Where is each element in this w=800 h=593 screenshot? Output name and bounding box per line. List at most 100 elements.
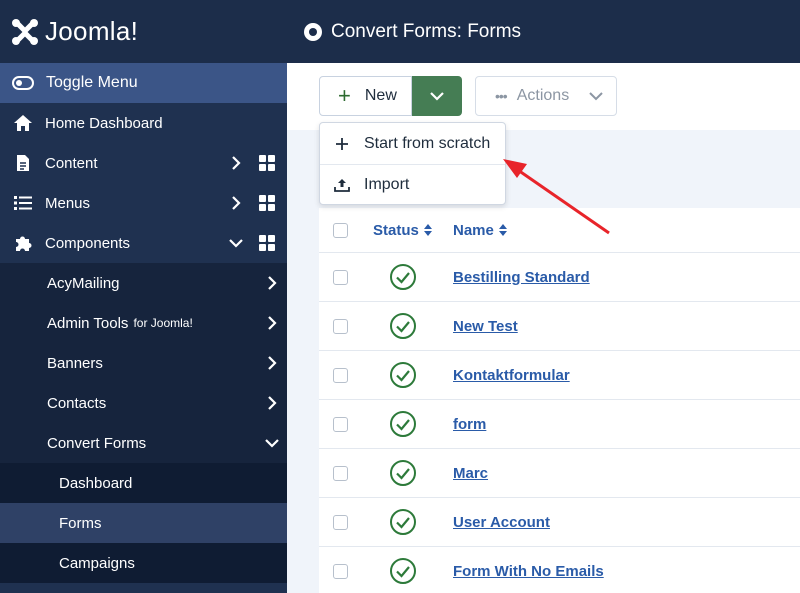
chevron-right-icon[interactable] bbox=[231, 195, 241, 211]
form-name-link[interactable]: form bbox=[453, 416, 486, 433]
table-row: New Test bbox=[319, 302, 800, 351]
published-check-icon[interactable] bbox=[389, 557, 417, 585]
published-check-icon[interactable] bbox=[389, 361, 417, 389]
sidebar-item-campaigns[interactable]: Campaigns bbox=[0, 543, 287, 583]
row-checkbox[interactable] bbox=[333, 563, 348, 579]
form-name-link[interactable]: New Test bbox=[453, 318, 518, 335]
published-check-icon[interactable] bbox=[389, 459, 417, 487]
sidebar-item-label: Dashboard bbox=[59, 474, 133, 492]
form-name-link[interactable]: Marc bbox=[453, 465, 488, 482]
sidebar-item-admin-tools[interactable]: Admin Tools for Joomla! bbox=[0, 303, 287, 343]
select-all-checkbox[interactable] bbox=[333, 222, 348, 238]
published-check-icon[interactable] bbox=[389, 508, 417, 536]
sidebar-item-label: Campaigns bbox=[59, 554, 135, 572]
dashboard-grid-icon[interactable] bbox=[259, 195, 275, 211]
chevron-right-icon[interactable] bbox=[231, 155, 241, 171]
convert-forms-submenu: Dashboard Forms Campaigns bbox=[0, 463, 287, 583]
actions-button-label: Actions bbox=[516, 87, 570, 104]
sidebar-item-forms[interactable]: Forms bbox=[0, 503, 287, 543]
toggle-icon bbox=[12, 76, 34, 90]
sort-icon bbox=[423, 224, 432, 236]
row-checkbox[interactable] bbox=[333, 465, 348, 481]
new-button-label: New bbox=[364, 87, 397, 104]
sidebar: Joomla! Toggle Menu Home Dashboard Conte… bbox=[0, 0, 287, 593]
menu-item-label: Import bbox=[364, 176, 410, 193]
chevron-down-icon bbox=[430, 92, 444, 101]
menu-item-label: Start from scratch bbox=[364, 134, 491, 152]
sidebar-item-convert-forms[interactable]: Convert Forms bbox=[0, 423, 287, 463]
new-button[interactable]: + New bbox=[319, 76, 412, 116]
toolbar: + New ••• Actions bbox=[287, 63, 800, 130]
published-check-icon[interactable] bbox=[389, 410, 417, 438]
upload-icon bbox=[334, 177, 350, 193]
plus-icon bbox=[334, 137, 350, 151]
sidebar-item-label: Banners bbox=[47, 354, 103, 372]
list-icon bbox=[12, 196, 34, 210]
ellipsis-icon: ••• bbox=[495, 88, 508, 104]
sort-icon bbox=[498, 224, 507, 236]
new-dropdown-menu: Start from scratch Import bbox=[319, 122, 506, 205]
published-check-icon[interactable] bbox=[389, 263, 417, 291]
name-header-label: Name bbox=[453, 221, 494, 239]
file-icon bbox=[12, 154, 34, 172]
sidebar-item-banners[interactable]: Banners bbox=[0, 343, 287, 383]
form-name-link[interactable]: Form With No Emails bbox=[453, 563, 604, 580]
name-column-header[interactable]: Name bbox=[453, 222, 508, 239]
sidebar-item-content[interactable]: Content bbox=[0, 143, 287, 183]
forms-table: Status Name Bestilling Standard New Test K… bbox=[319, 208, 800, 593]
sidebar-item-suffix: for Joomla! bbox=[133, 316, 193, 330]
puzzle-icon bbox=[12, 234, 34, 252]
status-column-header[interactable]: Status bbox=[373, 222, 433, 239]
chevron-right-icon[interactable] bbox=[267, 275, 277, 291]
status-header-label: Status bbox=[373, 221, 419, 239]
table-header: Status Name bbox=[319, 208, 800, 253]
sidebar-item-label: Components bbox=[45, 234, 131, 252]
logo[interactable]: Joomla! bbox=[0, 0, 287, 63]
chevron-down-icon bbox=[589, 92, 603, 101]
form-name-link[interactable]: Kontaktformular bbox=[453, 367, 570, 384]
row-checkbox[interactable] bbox=[333, 367, 348, 383]
brand-name: Joomla! bbox=[45, 16, 139, 46]
dashboard-grid-icon[interactable] bbox=[259, 235, 275, 251]
new-dropdown-toggle[interactable] bbox=[412, 76, 462, 116]
form-name-link[interactable]: Bestilling Standard bbox=[453, 269, 590, 286]
published-check-icon[interactable] bbox=[389, 312, 417, 340]
form-name-link[interactable]: User Account bbox=[453, 514, 550, 531]
joomla-logo-icon bbox=[12, 18, 38, 45]
sidebar-item-label: Home Dashboard bbox=[45, 114, 163, 132]
toggle-menu-button[interactable]: Toggle Menu bbox=[0, 63, 287, 103]
actions-button[interactable]: ••• Actions bbox=[475, 76, 617, 116]
sidebar-item-home-dashboard[interactable]: Home Dashboard bbox=[0, 103, 287, 143]
chevron-right-icon[interactable] bbox=[267, 355, 277, 371]
chevron-down-icon[interactable] bbox=[264, 436, 280, 452]
toggle-menu-label: Toggle Menu bbox=[46, 74, 138, 91]
row-checkbox[interactable] bbox=[333, 514, 348, 530]
sidebar-item-label: Convert Forms bbox=[47, 434, 147, 452]
home-icon bbox=[12, 114, 34, 132]
sidebar-item-menus[interactable]: Menus bbox=[0, 183, 287, 223]
sidebar-item-contacts[interactable]: Contacts bbox=[0, 383, 287, 423]
dashboard-grid-icon[interactable] bbox=[259, 155, 275, 171]
sidebar-item-label: Forms bbox=[59, 514, 102, 532]
row-checkbox[interactable] bbox=[333, 269, 348, 285]
sidebar-item-acymailing[interactable]: AcyMailing bbox=[0, 263, 287, 303]
import-item[interactable]: Import bbox=[320, 164, 505, 205]
table-row: Form With No Emails bbox=[319, 547, 800, 593]
sidebar-item-dashboard[interactable]: Dashboard bbox=[0, 463, 287, 503]
chevron-right-icon[interactable] bbox=[267, 315, 277, 331]
table-row: form bbox=[319, 400, 800, 449]
row-checkbox[interactable] bbox=[333, 318, 348, 334]
sidebar-item-label: Content bbox=[45, 154, 98, 172]
components-submenu: AcyMailing Admin Tools for Joomla! Banne… bbox=[0, 263, 287, 463]
sidebar-item-label: Menus bbox=[45, 194, 91, 212]
chevron-right-icon[interactable] bbox=[267, 395, 277, 411]
table-row: Marc bbox=[319, 449, 800, 498]
table-body: Bestilling Standard New Test Kontaktformul… bbox=[319, 253, 800, 593]
start-from-scratch-item[interactable]: Start from scratch bbox=[320, 123, 505, 164]
page-header: Convert Forms: Forms bbox=[287, 0, 800, 63]
page-title: Convert Forms: Forms bbox=[331, 20, 522, 42]
row-checkbox[interactable] bbox=[333, 416, 348, 432]
sidebar-item-components[interactable]: Components bbox=[0, 223, 287, 263]
plus-icon: + bbox=[338, 83, 351, 108]
chevron-down-icon[interactable] bbox=[228, 236, 244, 252]
